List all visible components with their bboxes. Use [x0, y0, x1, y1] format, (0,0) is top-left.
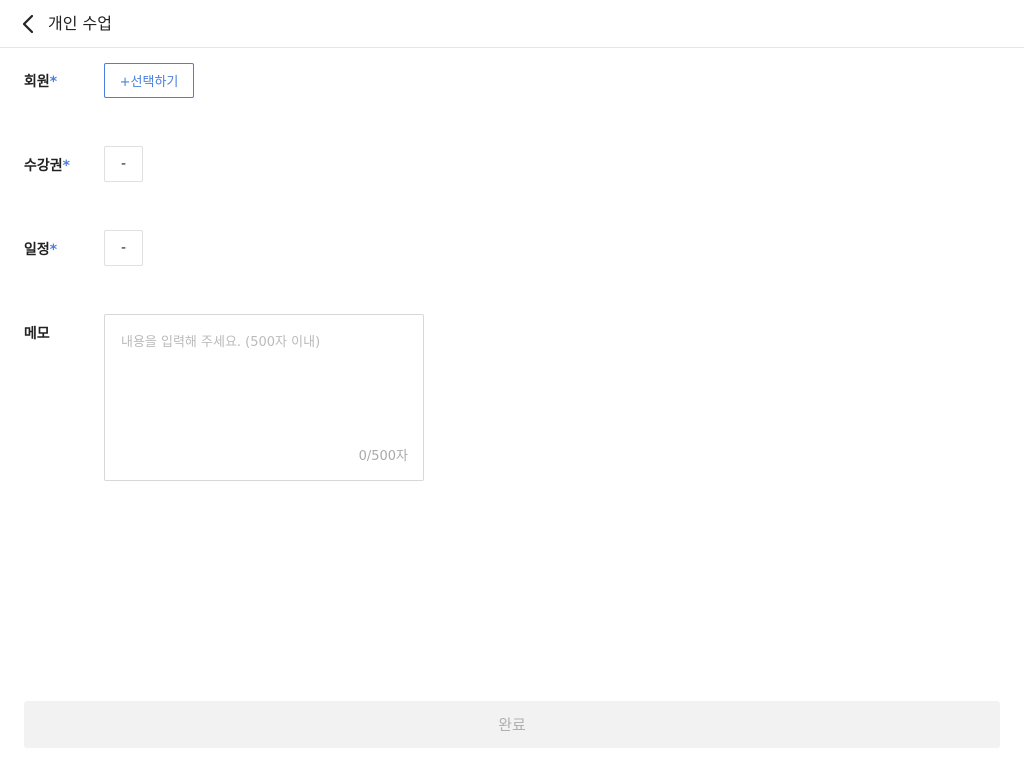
page-title: 개인 수업: [48, 14, 112, 33]
schedule-label: 일정*: [24, 242, 58, 258]
select-member-button[interactable]: +선택하기: [104, 63, 194, 98]
ticket-label: 수강권*: [24, 158, 70, 174]
required-mark: *: [49, 74, 58, 90]
memo-textarea[interactable]: [105, 315, 423, 440]
back-button[interactable]: [16, 12, 40, 36]
memo-label: 메모: [24, 326, 50, 342]
required-mark: *: [62, 158, 70, 174]
memo-counter: 0/500자: [358, 449, 408, 464]
schedule-value[interactable]: -: [104, 230, 143, 266]
member-label: 회원*: [24, 74, 58, 90]
memo-box: 0/500자: [104, 314, 424, 481]
required-mark: *: [49, 242, 58, 258]
ticket-value[interactable]: -: [104, 146, 143, 182]
chevron-left-icon: [22, 14, 34, 34]
complete-button[interactable]: 완료: [24, 701, 1000, 748]
top-bar: 개인 수업: [0, 0, 1024, 48]
